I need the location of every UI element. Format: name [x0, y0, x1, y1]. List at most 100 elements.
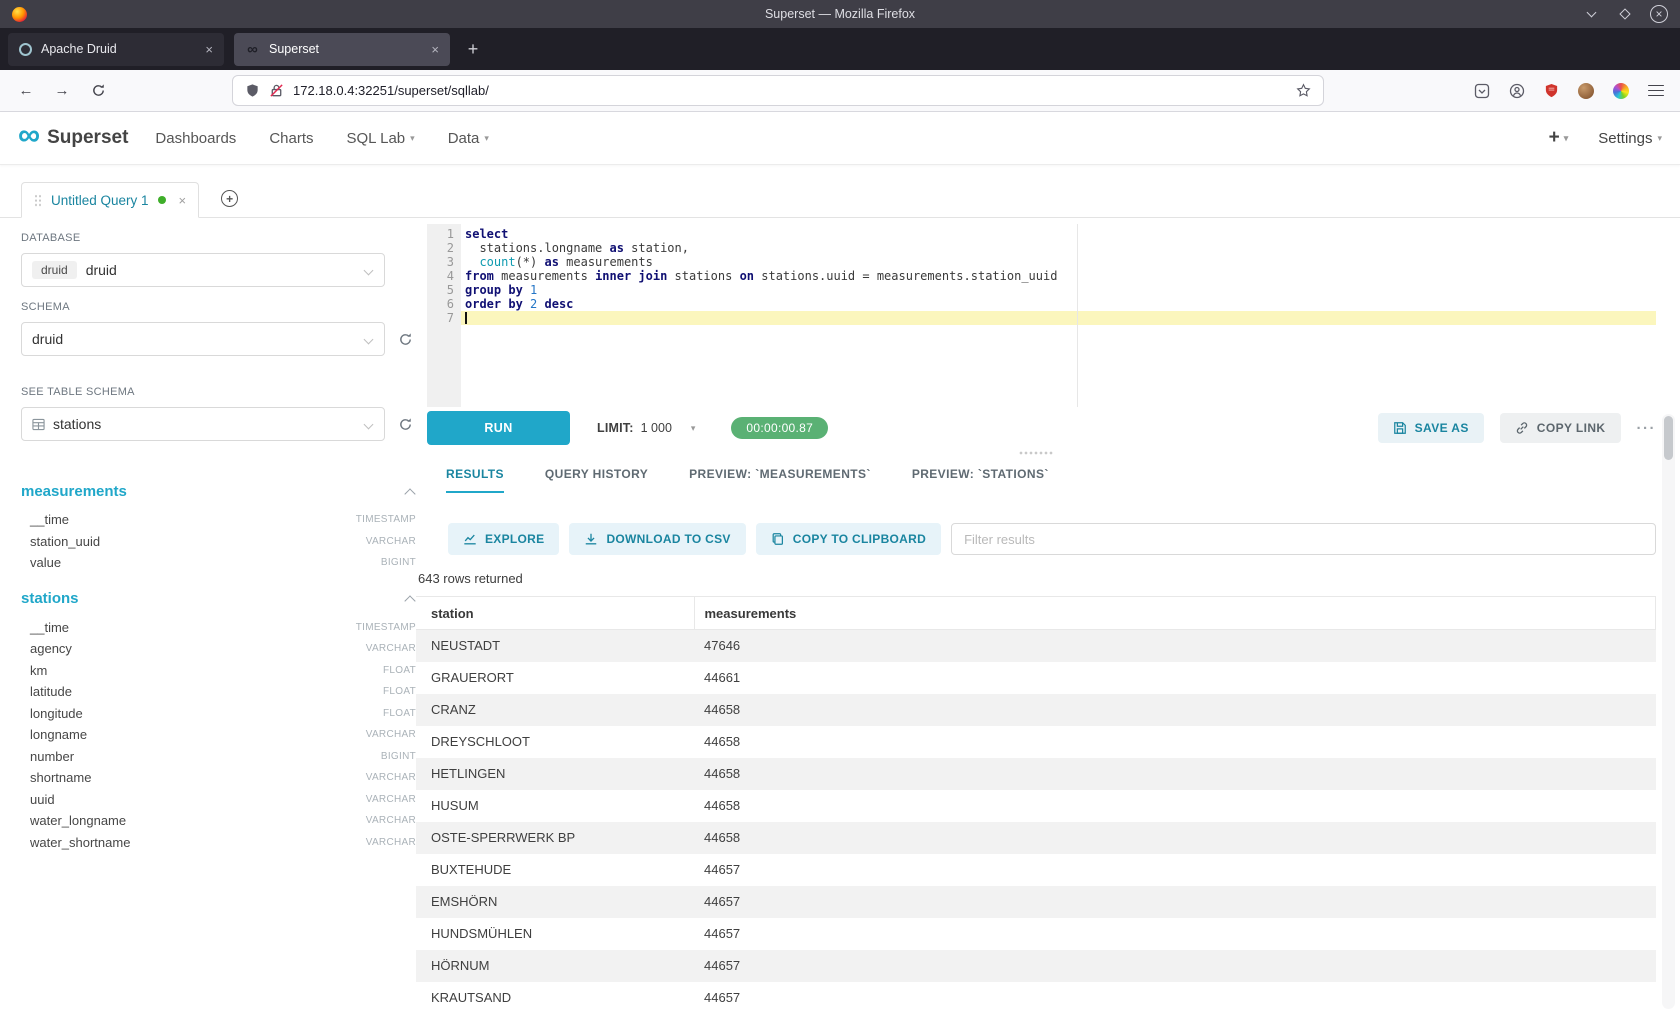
refresh-tables-button[interactable]	[398, 417, 413, 432]
refresh-schema-button[interactable]	[398, 332, 413, 347]
results-table-container[interactable]: stationmeasurements NEUSTADT47646GRAUERO…	[416, 596, 1656, 1012]
results-tab[interactable]: RESULTS	[446, 461, 504, 493]
results-tab[interactable]: PREVIEW: `MEASUREMENTS`	[689, 461, 871, 493]
query-status-dot	[158, 196, 166, 204]
run-button[interactable]: RUN	[427, 411, 570, 445]
bookmark-star-icon[interactable]	[1296, 83, 1311, 98]
table-name: measurements	[21, 483, 127, 500]
results-column-header[interactable]: station	[416, 597, 694, 630]
schema-select[interactable]: druid	[21, 322, 385, 356]
chevron-down-icon	[364, 266, 374, 276]
pane-splitter[interactable]	[416, 445, 1656, 461]
row-count-text: 643 rows returned	[418, 571, 1656, 586]
table-row[interactable]: HETLINGEN44658	[416, 758, 1656, 790]
editor-code[interactable]: select stations.longname as station, cou…	[461, 224, 1656, 407]
page-scrollbar-thumb[interactable]	[1664, 416, 1673, 460]
pinwheel-extension-icon[interactable]	[1613, 83, 1629, 99]
save-icon	[1393, 421, 1407, 435]
table-row[interactable]: CRANZ44658	[416, 694, 1656, 726]
extension-icon[interactable]	[1578, 83, 1594, 99]
download-csv-button[interactable]: DOWNLOAD TO CSV	[569, 523, 745, 555]
table-row[interactable]: GRAUERORT44661	[416, 662, 1656, 694]
column-type: FLOAT	[383, 708, 416, 719]
schema-column-row: __timeTIMESTAMP	[21, 617, 416, 639]
column-name: latitude	[30, 684, 72, 699]
table-cell: NEUSTADT	[416, 630, 694, 662]
forward-button[interactable]: →	[48, 77, 76, 105]
table-row[interactable]: OSTE-SPERRWERK BP44658	[416, 822, 1656, 854]
shield-icon[interactable]	[245, 83, 260, 98]
brand-name: Superset	[47, 127, 128, 149]
column-name: water_longname	[30, 813, 126, 828]
browser-tab[interactable]: Apache Druid×	[8, 33, 224, 66]
table-row[interactable]: BUXTEHUDE44657	[416, 854, 1656, 886]
limit-dropdown[interactable]: LIMIT: 1 000 ▾	[597, 421, 695, 435]
explore-label: EXPLORE	[485, 532, 544, 546]
superset-logo[interactable]: ∞ Superset	[18, 127, 128, 149]
copy-link-button[interactable]: COPY LINK	[1500, 413, 1621, 443]
results-column-header[interactable]: measurements	[694, 597, 1656, 630]
sql-editor[interactable]: 1234567 select stations.longname as stat…	[427, 224, 1656, 407]
ublock-icon[interactable]	[1544, 83, 1559, 98]
table-row[interactable]: HÖRNUM44657	[416, 950, 1656, 982]
table-cell: 47646	[694, 630, 1656, 662]
table-select[interactable]: stations	[21, 407, 385, 441]
refresh-icon	[398, 417, 413, 432]
query-tab[interactable]: Untitled Query 1 ×	[21, 182, 199, 218]
editor-toolbar: RUN LIMIT: 1 000 ▾ 00:00:00.87 SAVE AS C…	[427, 411, 1656, 445]
table-row[interactable]: HUNDSMÜHLEN44657	[416, 918, 1656, 950]
drag-grip-icon[interactable]	[34, 194, 42, 207]
window-minimize-button[interactable]	[1582, 5, 1600, 23]
table-row[interactable]: EMSHÖRN44657	[416, 886, 1656, 918]
results-tab[interactable]: PREVIEW: `STATIONS`	[912, 461, 1049, 493]
nav-item-charts[interactable]: Charts	[269, 130, 313, 147]
menu-icon[interactable]	[1648, 85, 1664, 97]
add-new-button[interactable]: +▾	[1549, 127, 1569, 149]
table-row[interactable]: NEUSTADT47646	[416, 630, 1656, 662]
new-tab-button[interactable]: +	[458, 34, 488, 64]
text-cursor	[465, 312, 467, 324]
settings-menu[interactable]: Settings▾	[1598, 130, 1662, 147]
tab-close-icon[interactable]: ×	[431, 42, 439, 57]
add-query-tab-button[interactable]: +	[221, 190, 238, 207]
settings-label: Settings	[1598, 130, 1652, 147]
explore-button[interactable]: EXPLORE	[448, 523, 559, 555]
window-close-button[interactable]: ×	[1650, 5, 1668, 23]
window-maximize-button[interactable]	[1616, 5, 1634, 23]
table-schema-header[interactable]: stations	[21, 587, 416, 611]
more-options-button[interactable]: ···	[1637, 420, 1657, 437]
column-type: VARCHAR	[366, 815, 416, 826]
table-value: stations	[53, 416, 101, 432]
url-bar[interactable]: 172.18.0.4:32251/superset/sqllab/	[232, 75, 1324, 106]
page-scrollbar-track[interactable]	[1662, 414, 1675, 1009]
table-row[interactable]: KRAUTSAND44657	[416, 982, 1656, 1012]
column-name: station_uuid	[30, 534, 100, 549]
account-icon[interactable]	[1509, 83, 1525, 99]
nav-item-dashboards[interactable]: Dashboards	[155, 130, 236, 147]
table-row[interactable]: HUSUM44658	[416, 790, 1656, 822]
filter-results-input[interactable]	[951, 523, 1656, 555]
pocket-icon[interactable]	[1474, 83, 1490, 99]
insecure-lock-icon[interactable]	[269, 83, 284, 98]
table-cell: OSTE-SPERRWERK BP	[416, 822, 694, 854]
nav-item-data[interactable]: Data▾	[448, 130, 489, 147]
schema-column-row: numberBIGINT	[21, 746, 416, 768]
database-select[interactable]: druid druid	[21, 253, 385, 287]
back-button[interactable]: ←	[12, 77, 40, 105]
reload-button[interactable]	[84, 77, 112, 105]
table-schema-label: SEE TABLE SCHEMA	[21, 386, 416, 398]
save-as-button[interactable]: SAVE AS	[1378, 413, 1484, 443]
results-header-row: stationmeasurements	[416, 597, 1656, 630]
app-nav: Dashboards Charts SQL Lab▾ Data▾	[155, 130, 488, 147]
table-schema-header[interactable]: measurements	[21, 479, 416, 503]
query-tab-close-icon[interactable]: ×	[179, 193, 187, 208]
tab-close-icon[interactable]: ×	[205, 42, 213, 57]
url-text[interactable]: 172.18.0.4:32251/superset/sqllab/	[293, 83, 1287, 98]
chevron-down-icon	[364, 420, 374, 430]
results-tab[interactable]: QUERY HISTORY	[545, 461, 648, 493]
copy-to-clipboard-button[interactable]: COPY TO CLIPBOARD	[756, 523, 941, 555]
nav-item-sql-lab[interactable]: SQL Lab▾	[347, 130, 415, 147]
table-row[interactable]: DREYSCHLOOT44658	[416, 726, 1656, 758]
browser-tab[interactable]: ∞Superset×	[234, 33, 450, 66]
chevron-down-icon	[364, 335, 374, 345]
